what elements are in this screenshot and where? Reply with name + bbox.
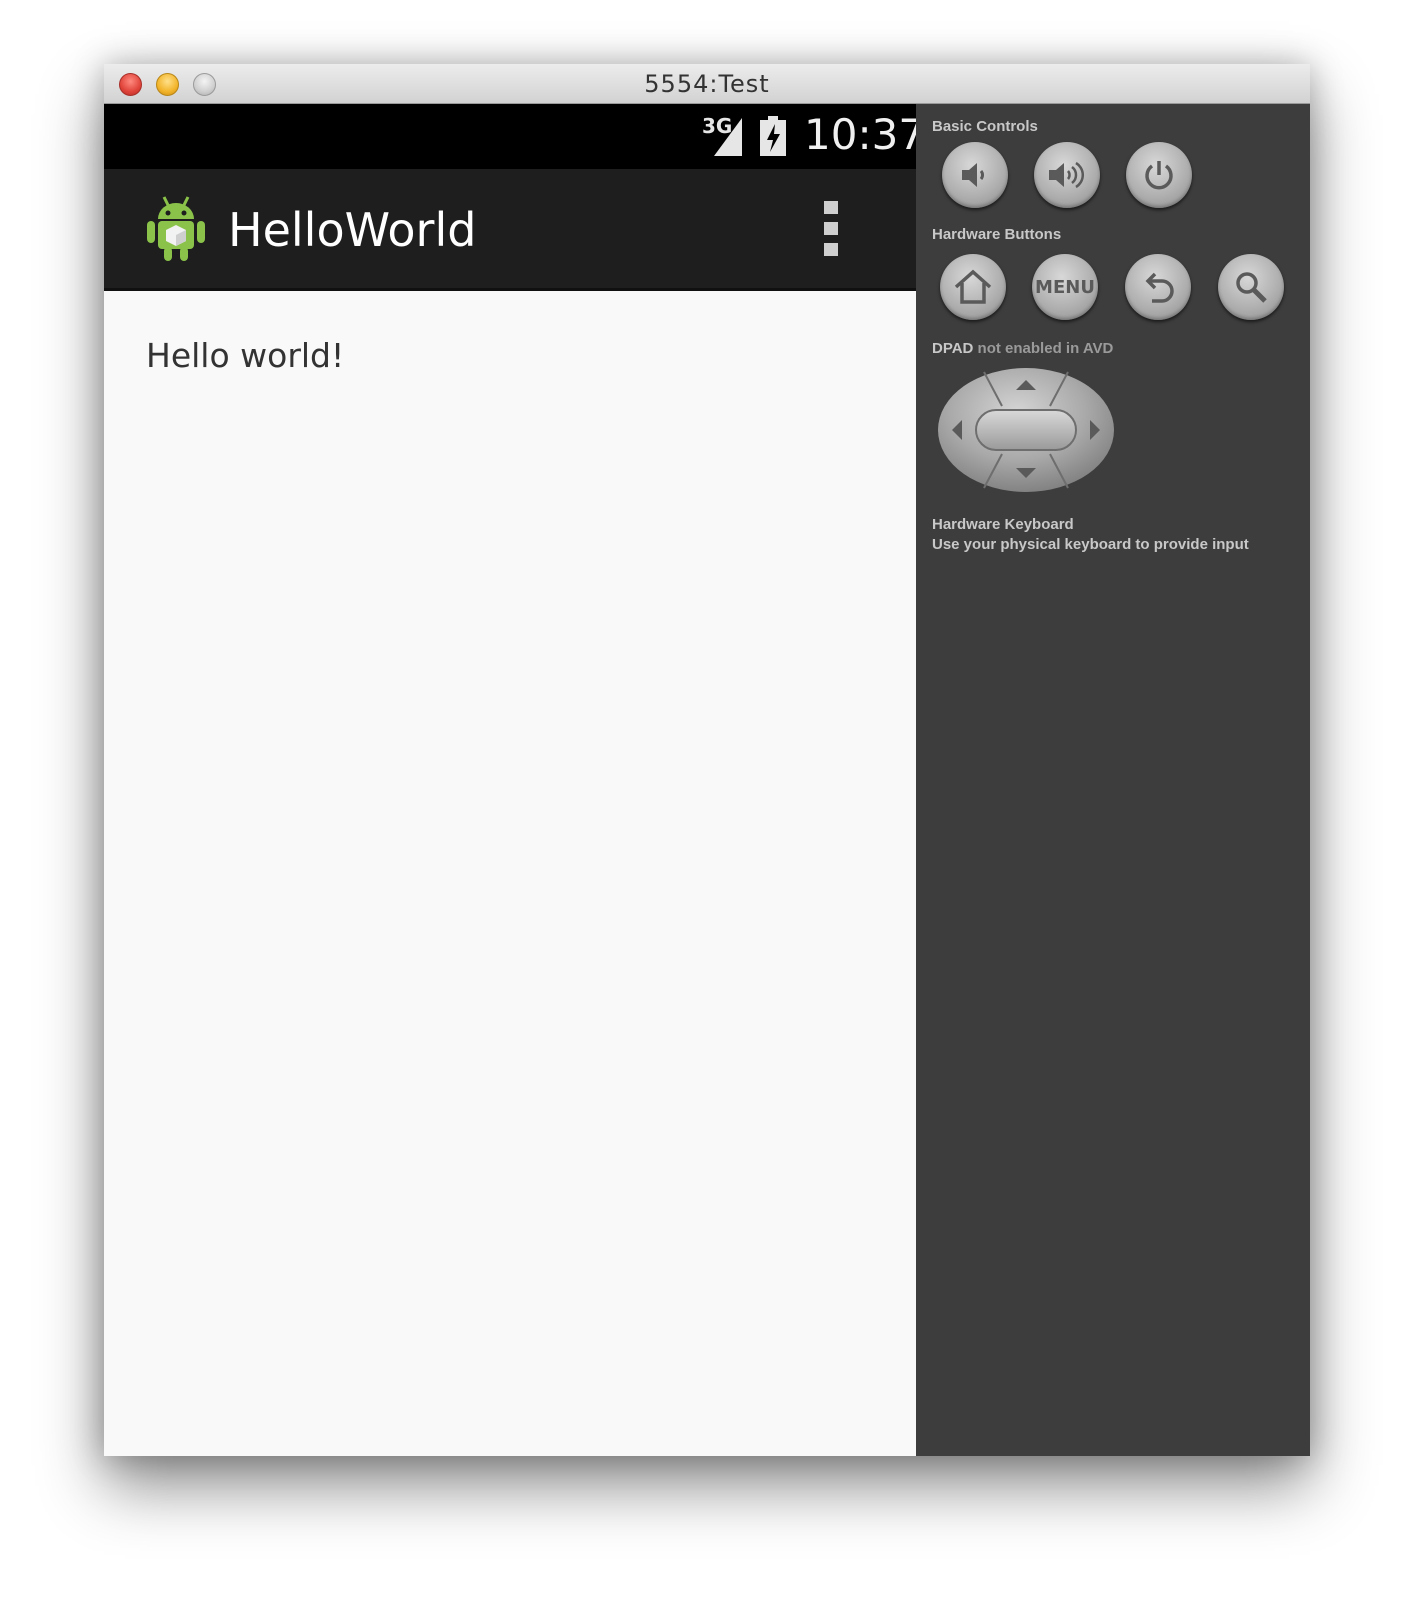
hello-text: Hello world! — [146, 336, 345, 375]
window-title: 5554:Test — [644, 70, 770, 98]
volume-down-icon — [962, 163, 984, 187]
hardware-keyboard-title: Hardware Keyboard — [932, 516, 1074, 533]
power-button[interactable] — [1126, 142, 1192, 208]
battery-icon — [760, 116, 786, 156]
status-bar: 3G 10:37 — [104, 104, 925, 169]
android-icon[interactable] — [144, 191, 208, 263]
volume-up-icon — [1049, 161, 1085, 189]
dpad[interactable] — [936, 366, 1116, 494]
search-icon — [1236, 272, 1267, 303]
device-screen[interactable]: 3G 10:37 HelloWorld Hello world! — [104, 104, 925, 1456]
overflow-menu-icon[interactable] — [824, 201, 840, 257]
status-clock: 10:37 — [804, 110, 926, 159]
emulator-window: 5554:Test 3G 10:37 HelloWorld Hello worl… — [104, 64, 1310, 1456]
action-bar: HelloWorld — [104, 169, 916, 291]
home-icon — [954, 269, 992, 304]
back-icon — [1145, 272, 1174, 303]
back-button[interactable] — [1125, 254, 1191, 320]
volume-up-button[interactable] — [1034, 142, 1100, 208]
hardware-keyboard-description: Use your physical keyboard to provide in… — [932, 536, 1249, 553]
hardware-buttons-label: Hardware Buttons — [932, 226, 1062, 243]
power-icon — [1145, 161, 1173, 190]
volume-down-button[interactable] — [942, 142, 1008, 208]
menu-button-label: MENU — [1035, 276, 1095, 298]
dpad-label-rest: not enabled in AVD — [973, 340, 1114, 357]
signal-icon — [714, 118, 742, 156]
menu-button[interactable]: MENU — [1032, 254, 1098, 320]
dpad-label-strong: DPAD — [932, 340, 974, 357]
basic-controls-label: Basic Controls — [932, 118, 1038, 135]
controls-panel: Basic Controls Hardware Buttons MENU DPA… — [916, 104, 1310, 1456]
home-button[interactable] — [940, 254, 1006, 320]
dpad-status-label: DPAD not enabled in AVD — [932, 340, 1113, 357]
app-title: HelloWorld — [228, 203, 477, 257]
window-titlebar[interactable]: 5554:Test — [104, 64, 1310, 104]
search-button[interactable] — [1218, 254, 1284, 320]
